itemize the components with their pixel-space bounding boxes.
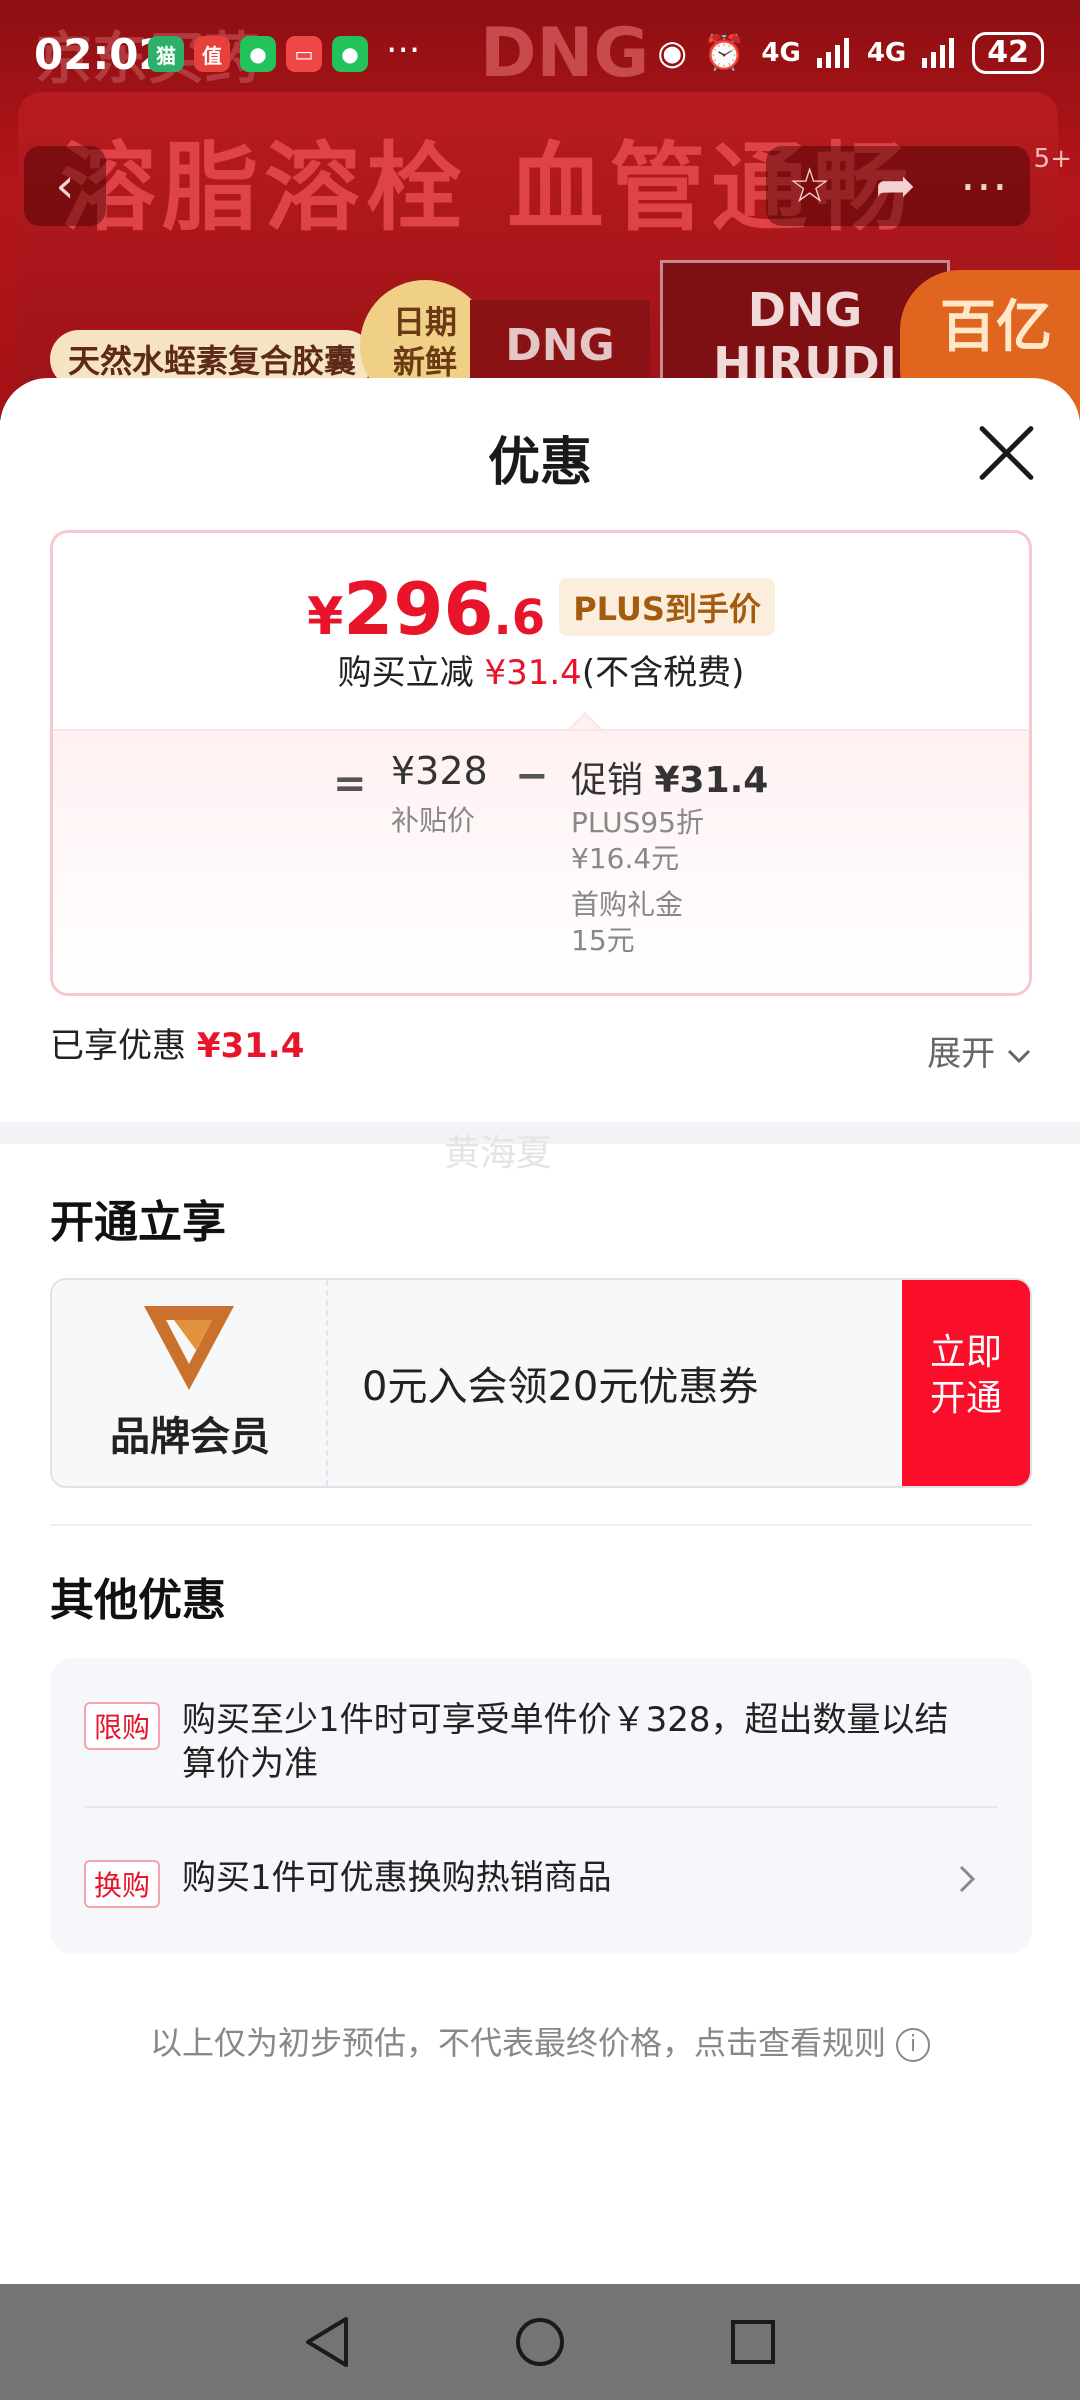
cat-app-icon: 猫 — [148, 36, 184, 72]
discount-sheet: 优惠 ¥296.6 PLUS到手价 购买立减 ¥31.4(不含税费) = ¥32… — [0, 378, 1080, 2284]
brand-v-logo-icon — [144, 1306, 234, 1390]
signal-2: 4G — [866, 38, 907, 68]
limit-text: 购买至少1件时可享受单件价￥328，超出数量以结算价为准 — [182, 1700, 949, 1784]
chevron-right-icon — [959, 1865, 976, 1893]
base-price: ¥328 — [391, 749, 488, 793]
nav-back-icon[interactable] — [292, 2307, 362, 2377]
back-button[interactable]: ‹ — [24, 146, 106, 226]
exchange-text: 购买1件可优惠换购热销商品 — [182, 1858, 612, 1898]
chevron-down-icon — [1007, 1049, 1031, 1063]
sheet-title: 优惠 — [487, 433, 592, 493]
saved-amount: ¥31.4 — [196, 1026, 305, 1066]
nav-recents-icon[interactable] — [718, 2307, 788, 2377]
more-icon[interactable]: ⋯ — [960, 158, 1008, 214]
expand-label: 展开 — [927, 1034, 996, 1074]
brand-member-card[interactable]: 品牌会员 0元入会领20元优惠券 立即 开通 — [50, 1278, 1032, 1488]
open-now-button[interactable]: 立即 开通 — [902, 1280, 1030, 1486]
price-summary: ¥296.6 PLUS到手价 购买立减 ¥31.4(不含税费) — [53, 533, 1029, 729]
open-now-line2: 开通 — [929, 1378, 1002, 1419]
exchange-tag: 换购 — [84, 1860, 161, 1908]
member-offer: 0元入会领20元优惠券 — [362, 1364, 759, 1410]
favorite-icon[interactable]: ☆ — [788, 158, 831, 214]
notification-icons: 猫 值 ● ▭ ● ··· — [148, 30, 421, 72]
status-bar: 02:02 猫 值 ● ▭ ● ··· ◉ ⏰ 4G 4G 42 — [0, 0, 1080, 110]
section-divider — [50, 1524, 1032, 1526]
mail-app-icon: ▭ — [286, 36, 322, 72]
disclaimer-text: 以上仅为初步预估，不代表最终价格，点击查看规则 — [149, 2024, 886, 2062]
deal-app-icon: 值 — [194, 36, 230, 72]
wechat-icon: ● — [240, 36, 276, 72]
watermark: 黄海夏 — [444, 1133, 553, 1174]
open-now-line1: 立即 — [929, 1332, 1002, 1373]
promo-item-plus: PLUS95折 ¥16.4元 — [571, 805, 704, 877]
open-section-title: 开通立享 — [50, 1197, 226, 1248]
disclaimer[interactable]: 以上仅为初步预估，不代表最终价格，点击查看规则 i — [0, 2018, 1080, 2064]
system-nav-bar — [0, 2284, 1080, 2400]
battery-indicator: 42 — [972, 32, 1044, 74]
top-action-group: ☆ ➦ ⋯ — [766, 146, 1030, 226]
saved-summary: 已享优惠 ¥31.4 — [50, 1018, 304, 1067]
equals-sign: = — [333, 761, 367, 807]
reduce-prefix: 购买立减 — [337, 653, 474, 693]
reduce-suffix: (不含税费) — [581, 653, 745, 693]
plus-price-tag: PLUS到手价 — [559, 578, 775, 636]
promo-label: 促销 — [571, 760, 644, 801]
back-icon: ‹ — [55, 158, 75, 214]
reduce-amount: ¥31.4 — [484, 653, 582, 693]
promo-amount: ¥31.4 — [654, 760, 769, 801]
info-icon[interactable]: i — [896, 2028, 930, 2062]
eye-icon: ◉ — [657, 33, 688, 73]
share-icon[interactable]: ➦ — [875, 158, 915, 214]
reduce-line: 购买立减 ¥31.4(不含税费) — [53, 645, 1029, 694]
other-offers-card: 限购 购买至少1件时可享受单件价￥328，超出数量以结算价为准 换购 购买1件可… — [50, 1658, 1032, 1954]
limit-tag: 限购 — [84, 1702, 161, 1750]
member-brand: 品牌会员 — [52, 1280, 328, 1486]
other-section-title: 其他优惠 — [50, 1575, 226, 1626]
row-divider — [84, 1806, 998, 1808]
signal-bars-icon-1 — [816, 38, 849, 68]
promo-title: 促销 ¥31.4 — [571, 751, 768, 803]
price-symbol: ¥ — [307, 587, 344, 647]
promo-item-plus-value: ¥16.4元 — [571, 842, 680, 875]
nav-home-icon[interactable] — [505, 2307, 575, 2377]
promo-item-gift: 首购礼金 15元 — [571, 887, 683, 959]
signal-1: 4G — [761, 38, 801, 68]
signal-bars-icon-2 — [922, 38, 955, 68]
exchange-purchase-row[interactable]: 换购 购买1件可优惠换购热销商品 — [84, 1854, 998, 1910]
member-name: 品牌会员 — [110, 1414, 270, 1460]
promo-item-gift-label: 首购礼金 — [571, 888, 684, 921]
status-right: ◉ ⏰ 4G 4G 42 — [657, 32, 1044, 74]
saved-label: 已享优惠 — [50, 1026, 186, 1066]
promo-item-gift-value: 15元 — [571, 924, 635, 957]
wechat-icon-2: ● — [332, 36, 368, 72]
image-count: 5+ — [1033, 144, 1072, 174]
final-price: ¥296.6 — [307, 567, 545, 651]
price-card: ¥296.6 PLUS到手价 购买立减 ¥31.4(不含税费) = ¥328 补… — [50, 530, 1032, 996]
price-breakdown: = ¥328 补贴价 − 促销 ¥31.4 PLUS95折 ¥16.4元 首购礼… — [53, 729, 1029, 993]
alarm-icon: ⏰ — [703, 33, 746, 73]
close-icon[interactable] — [974, 422, 1036, 484]
final-price-line: ¥296.6 PLUS到手价 — [53, 567, 1029, 651]
expand-button[interactable]: 展开 — [927, 1026, 1032, 1075]
price-decimal: .6 — [493, 590, 546, 646]
more-notifications: ··· — [386, 30, 421, 71]
price-integer: 296 — [343, 567, 494, 651]
minus-sign: − — [515, 753, 549, 799]
base-price-label: 补贴价 — [391, 804, 476, 837]
promo-item-plus-label: PLUS95折 — [571, 806, 704, 839]
